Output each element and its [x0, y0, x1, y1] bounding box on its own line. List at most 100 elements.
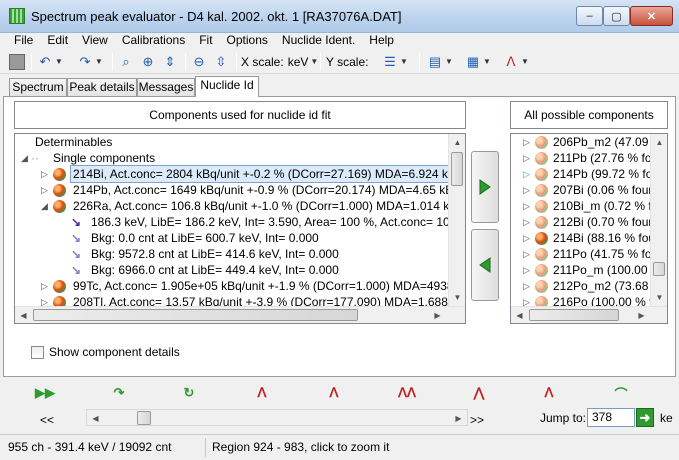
- mark-peaks-icon[interactable]: ᐱ: [540, 385, 558, 401]
- scroll-up-icon[interactable]: ▲: [651, 134, 667, 151]
- jump-to-input[interactable]: 378: [587, 408, 635, 427]
- y-scale-dropdown[interactable]: ☰ ▼: [382, 52, 408, 71]
- tree-horizontal-scrollbar[interactable]: ◀ ▶: [15, 306, 465, 323]
- zoom-out-button[interactable]: ⊖: [191, 52, 207, 71]
- arrow-right-icon: [479, 179, 491, 195]
- all-components-list[interactable]: ▷ 206Pb_m2 (47.09 ▷ 211Pb (27.76 % fo ▷ …: [510, 133, 668, 324]
- refit-icon[interactable]: ↻: [180, 385, 198, 401]
- scroll-up-icon[interactable]: ▲: [449, 134, 465, 151]
- zoom-reset-button[interactable]: ⇳: [213, 52, 229, 71]
- scroll-thumb[interactable]: [529, 309, 619, 321]
- close-button[interactable]: ✕: [630, 6, 673, 26]
- minimize-button[interactable]: –: [576, 6, 603, 26]
- remove-peak-icon[interactable]: ᐱ: [325, 385, 343, 401]
- tab-peak-details[interactable]: Peak details: [67, 78, 137, 96]
- list-item[interactable]: ▷ 214Bi (88.16 % fou: [511, 230, 655, 246]
- menu-edit[interactable]: Edit: [40, 33, 75, 49]
- list-item[interactable]: ▷ 211Po (41.75 % fo: [511, 246, 652, 262]
- scroll-left-icon[interactable]: ◀: [511, 307, 528, 323]
- scroll-down-icon[interactable]: ▼: [449, 289, 465, 306]
- save-button[interactable]: [9, 52, 25, 71]
- list-item[interactable]: ▷ 207Bi (0.06 % four: [511, 182, 652, 198]
- maximize-button[interactable]: ▢: [603, 6, 630, 26]
- menu-file[interactable]: File: [0, 33, 40, 49]
- identify-peaks-icon[interactable]: ⋀: [470, 385, 488, 401]
- zoom-in-button[interactable]: ⊕: [140, 52, 156, 71]
- tree-node-bkg-414[interactable]: ↘ Bkg: 9572.8 cnt at LibE= 414.6 keV, In…: [15, 246, 445, 262]
- zoom-in-icon: ⊕: [142, 53, 154, 69]
- fit-region-icon[interactable]: ↷: [110, 385, 128, 401]
- slider-thumb[interactable]: [137, 411, 151, 425]
- spectrum-icon: ᐱ: [506, 53, 516, 69]
- tab-spectrum[interactable]: Spectrum: [9, 78, 67, 96]
- add-peak-icon[interactable]: ᐱ: [253, 385, 271, 401]
- menu-options[interactable]: Options: [220, 33, 275, 49]
- menu-nuclide-ident[interactable]: Nuclide Ident.: [275, 33, 362, 49]
- background-icon[interactable]: ⌒: [612, 385, 630, 402]
- tab-messages[interactable]: Messages: [137, 78, 195, 96]
- list-item[interactable]: ▷ 212Bi (0.70 % four: [511, 214, 652, 230]
- menu-bar: File Edit View Calibrations Fit Options …: [0, 33, 679, 49]
- scroll-down-icon[interactable]: ▼: [651, 289, 667, 306]
- tree-node-99tc[interactable]: ▷ 99Tc, Act.conc= 1.905e+05 kBq/unit +-1…: [15, 278, 465, 294]
- scroll-thumb[interactable]: [33, 309, 358, 321]
- show-details-checkbox[interactable]: [31, 346, 44, 359]
- list-item[interactable]: ▷ 206Pb_m2 (47.09: [511, 134, 651, 150]
- tree-node-determinables[interactable]: Determinables: [35, 134, 112, 150]
- tree-node-226ra[interactable]: ◢ 226Ra, Act.conc= 106.8 kBq/unit +-1.0 …: [15, 198, 465, 214]
- list-horizontal-scrollbar[interactable]: ◀ ▶: [511, 306, 667, 323]
- list-item[interactable]: ▷ 211Pb (27.76 % fo: [511, 150, 652, 166]
- scroll-left-icon[interactable]: ◀: [87, 410, 104, 427]
- menu-fit[interactable]: Fit: [192, 33, 219, 49]
- tree-node-214bi[interactable]: ▷ 214Bi, Act.conc= 2804 kBq/unit +-0.2 %…: [15, 165, 465, 183]
- list-item[interactable]: ▷ 211Po_m (100.00: [511, 262, 651, 278]
- add-component-button[interactable]: [471, 151, 499, 223]
- used-components-header: Components used for nuclide id fit: [14, 101, 466, 129]
- list-item[interactable]: ▷ 212Po_m2 (73.68: [511, 278, 651, 294]
- scroll-right-icon[interactable]: ▶: [429, 307, 446, 323]
- tree-node-bkg-449[interactable]: ↘ Bkg: 6966.0 cnt at LibE= 449.4 keV, In…: [15, 262, 445, 278]
- tree-vertical-scrollbar[interactable]: ▲ ▼: [448, 134, 465, 306]
- redo-button[interactable]: ↷ ▼: [77, 52, 103, 71]
- undo-button[interactable]: ↶ ▼: [37, 52, 63, 71]
- undo-icon: ↶: [39, 53, 51, 69]
- multiplet-icon[interactable]: ᐱᐱ: [398, 385, 416, 401]
- tree-node-214pb[interactable]: ▷ 214Pb, Act.conc= 1649 kBq/unit +-0.9 %…: [15, 182, 465, 198]
- chevron-down-icon: ▼: [95, 57, 103, 66]
- tree-node-peak-186[interactable]: ↘ 186.3 keV, LibE= 186.2 keV, Int= 3.590…: [15, 214, 465, 230]
- tree-node-bkg-600[interactable]: ↘ Bkg: 0.0 cnt at LibE= 600.7 keV, Int= …: [15, 230, 445, 246]
- nuclide-id-panel: Components used for nuclide id fit All p…: [3, 96, 676, 377]
- zoom-fit-button[interactable]: ⌕: [118, 52, 134, 71]
- next-region-button[interactable]: >>: [470, 413, 484, 427]
- region-status[interactable]: Region 924 - 983, click to zoom it: [208, 438, 676, 457]
- scroll-right-icon[interactable]: ▶: [450, 410, 467, 427]
- fast-forward-icon[interactable]: ▶▶: [35, 385, 55, 401]
- used-components-tree[interactable]: Determinables ◢ ·· Single components ▷ 2…: [14, 133, 466, 324]
- scroll-right-icon[interactable]: ▶: [633, 307, 650, 323]
- remove-component-button[interactable]: [471, 229, 499, 301]
- print-button[interactable]: ▤ ▼: [427, 52, 453, 71]
- tree-node-single-components[interactable]: ◢ ·· Single components: [15, 150, 445, 166]
- list-item[interactable]: ▷ 210Bi_m (0.72 % fo: [511, 198, 658, 214]
- jump-go-button[interactable]: ➜: [636, 408, 654, 427]
- region-slider[interactable]: ◀ ▶: [86, 409, 468, 426]
- expand-icon: ▷: [41, 185, 48, 195]
- arrow-right-icon: ➜: [639, 409, 651, 425]
- copy-image-button[interactable]: ▦ ▼: [465, 52, 491, 71]
- scroll-thumb[interactable]: [451, 152, 463, 186]
- tab-nuclide-id[interactable]: Nuclide Id: [195, 76, 259, 97]
- expand-icon: ▷: [523, 249, 530, 259]
- menu-view[interactable]: View: [75, 33, 115, 49]
- menu-help[interactable]: Help: [362, 33, 401, 49]
- scroll-left-icon[interactable]: ◀: [15, 307, 32, 323]
- zoom-vertical-button[interactable]: ⇕: [162, 52, 178, 71]
- spectrum-overlay-button[interactable]: ᐱ ▼: [503, 52, 529, 71]
- x-scale-dropdown[interactable]: X scale: keV ▼: [241, 52, 318, 71]
- menu-calibrations[interactable]: Calibrations: [115, 33, 192, 49]
- scroll-thumb[interactable]: [653, 262, 665, 276]
- list-item[interactable]: ▷ 214Pb (99.72 % fo: [511, 166, 652, 182]
- previous-region-button[interactable]: <<: [40, 413, 54, 427]
- zoom-out-icon: ⊖: [193, 53, 205, 69]
- nuclide-icon: [535, 200, 548, 213]
- list-vertical-scrollbar[interactable]: ▲ ▼: [650, 134, 667, 306]
